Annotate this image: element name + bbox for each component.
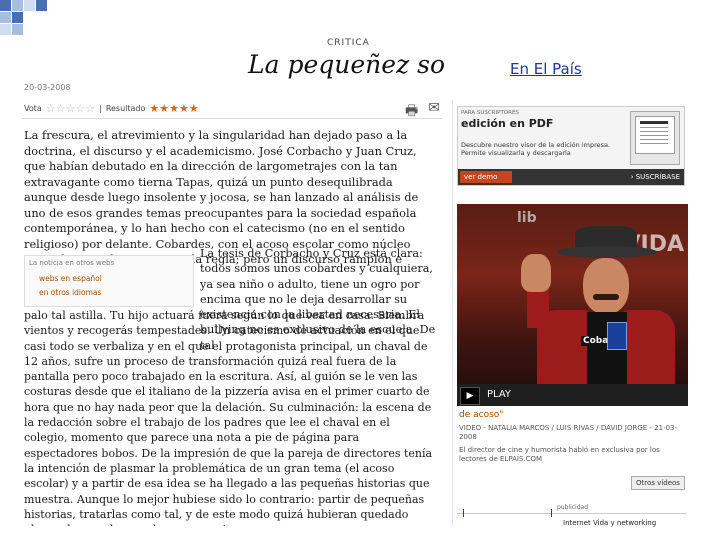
el-pais-link[interactable]: En El País xyxy=(510,60,582,78)
more-videos-button[interactable]: Otros vídeos xyxy=(631,476,685,490)
ad-marker xyxy=(551,509,552,517)
waving-hand xyxy=(521,254,551,292)
arm xyxy=(527,288,549,328)
demo-button[interactable]: ver demo xyxy=(460,171,512,183)
vote-label: Vota xyxy=(24,104,42,113)
video-controls: ▶ PLAY xyxy=(457,384,688,406)
article-kicker: CRITICA xyxy=(327,38,370,48)
microphone xyxy=(607,322,627,350)
pdf-promo[interactable]: PARA SUSCRIPTORES edición en PDF Descubr… xyxy=(457,106,685,186)
ad-label: publicidad xyxy=(557,504,589,511)
pdf-small-label: PARA SUSCRIPTORES xyxy=(461,110,519,116)
video-title[interactable]: de acoso" xyxy=(459,410,503,420)
related-link-other-languages[interactable]: en otros idiomas xyxy=(39,288,101,297)
print-icon[interactable]: 🖶 xyxy=(405,100,418,124)
result-stars: ★★★★★ xyxy=(149,102,199,115)
mustache xyxy=(593,294,619,300)
face xyxy=(583,258,629,314)
play-icon[interactable]: ▶ xyxy=(460,387,480,405)
article-panel: CRITICA La pequeñez social 20-03-2008 Vo… xyxy=(20,38,445,526)
video-frame-person: Cobar xyxy=(497,224,675,400)
hat-brim xyxy=(557,246,657,258)
video-description: El director de cine y humorista habló en… xyxy=(459,446,660,463)
sidebar: PARA SUSCRIPTORES edición en PDF Descubr… xyxy=(452,100,691,527)
result-separator: | xyxy=(99,104,102,113)
monitor-icon xyxy=(630,111,680,165)
article-date: 20-03-2008 xyxy=(24,83,71,92)
divider xyxy=(22,118,442,119)
email-icon[interactable]: ✉ xyxy=(428,100,440,124)
article-tools: 🖶 ✉ xyxy=(405,100,440,124)
video-meta: VIDEO - NATALIA MARCOS / LUIS RIVAS / DA… xyxy=(459,424,678,441)
related-news-box: La noticia en otros webs webs en español… xyxy=(24,255,194,307)
article-body: palo tal astilla. Tu hijo actuará fuera … xyxy=(24,309,433,526)
vote-row: Vota ☆☆☆☆☆ | Resultado ★★★★★ xyxy=(24,102,199,115)
article-headline: La pequeñez social xyxy=(248,50,445,79)
pdf-title: edición en PDF xyxy=(461,117,554,130)
ad-marker xyxy=(463,509,464,517)
video-player[interactable]: lib VIDA Cobar ▶ PLAY xyxy=(457,204,688,406)
subscribe-link[interactable]: › SUSCRÍBASE xyxy=(631,171,680,183)
result-label: Resultado xyxy=(105,104,146,113)
pdf-description: Descubre nuestro visor de la edición imp… xyxy=(461,141,611,157)
vote-stars[interactable]: ☆☆☆☆☆ xyxy=(46,102,95,115)
related-title: La noticia en otros webs xyxy=(29,259,115,267)
related-link-spanish[interactable]: webs en español xyxy=(39,274,102,283)
play-label[interactable]: PLAY xyxy=(487,384,511,406)
pdf-bar: ver demo › SUSCRÍBASE xyxy=(458,169,684,185)
ad-text[interactable]: Internet Vida y networking xyxy=(563,519,656,527)
